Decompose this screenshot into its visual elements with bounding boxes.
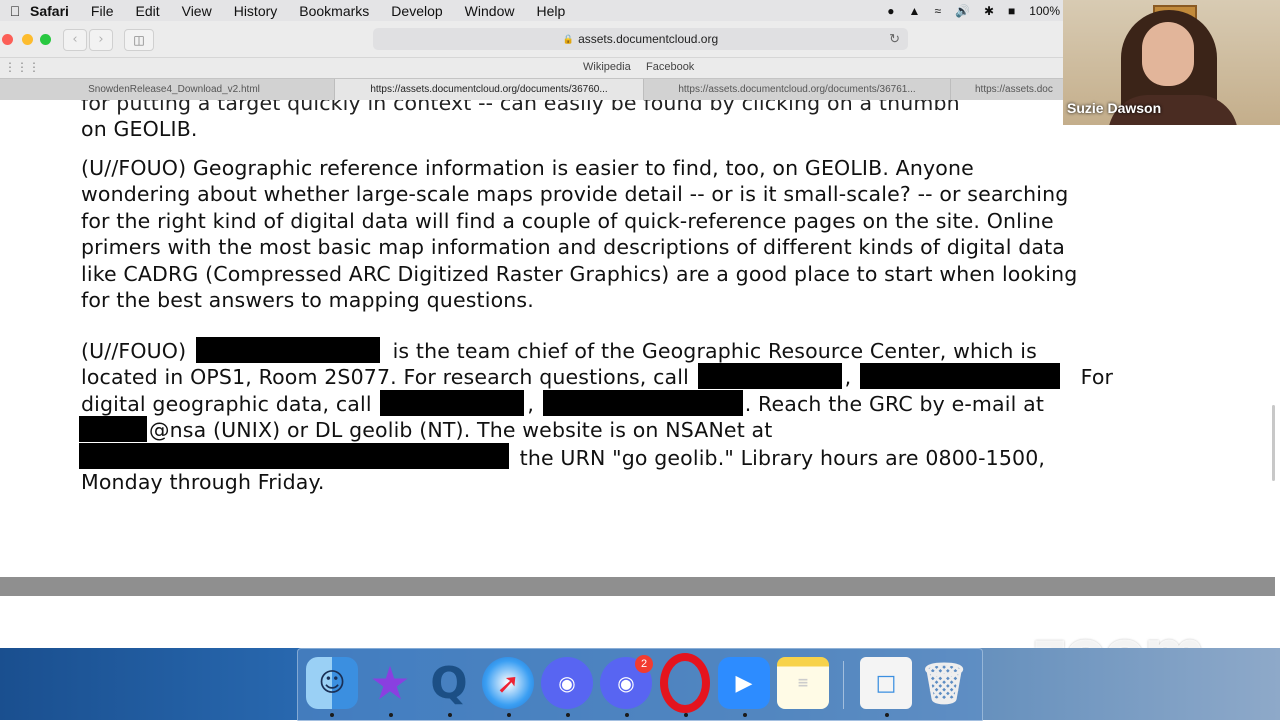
notification-icon[interactable]: ▲ bbox=[909, 4, 921, 18]
text-line: like CADRG (Compressed ARC Digitized Ras… bbox=[81, 261, 1078, 286]
menu-history[interactable]: History bbox=[234, 3, 278, 19]
text-line: @nsa (UNIX) or DL geolib (NT). The websi… bbox=[79, 416, 1211, 443]
text-line: primers with the most basic map informat… bbox=[81, 235, 1066, 260]
preview-icon[interactable]: □ bbox=[860, 657, 912, 709]
text-span: (U//FOUO) bbox=[81, 339, 187, 363]
text-line: (U//FOUO) is the team chief of the Geogr… bbox=[81, 337, 1211, 363]
menu-app-safari[interactable]: Safari bbox=[30, 3, 69, 19]
url-text: assets.documentcloud.org bbox=[578, 32, 719, 46]
text-line: located in OPS1, Room 2S077. For researc… bbox=[81, 363, 1211, 390]
favorite-facebook[interactable]: Facebook bbox=[646, 61, 694, 73]
discord-icon[interactable]: ◉ bbox=[541, 657, 593, 709]
tab-documentcloud-36760[interactable]: https://assets.documentcloud.org/documen… bbox=[335, 79, 644, 100]
redaction-block bbox=[697, 363, 842, 390]
text-line: for the best answers to mapping question… bbox=[81, 287, 534, 312]
text-span: @nsa (UNIX) or DL geolib (NT). The websi… bbox=[149, 418, 773, 443]
participant-name: Suzie Dawson bbox=[1067, 100, 1162, 116]
redaction-block bbox=[79, 442, 509, 469]
tab-documentcloud-36761[interactable]: https://assets.documentcloud.org/documen… bbox=[644, 79, 951, 100]
document-page: for putting a target quickly in context … bbox=[0, 100, 1275, 576]
status-icons: ● ▲ ≈ 🔊 ✱ ■ 100% bbox=[887, 0, 1060, 21]
text-span: the URN "go geolib." Library hours are 0… bbox=[519, 445, 1046, 470]
minimize-window-button[interactable] bbox=[22, 34, 33, 45]
safari-icon[interactable]: ➚ bbox=[482, 657, 534, 709]
text-line: the URN "go geolib." Library hours are 0… bbox=[79, 442, 1211, 470]
forward-button[interactable]: › bbox=[89, 29, 113, 51]
sidebar-toggle-button[interactable]: ◫ bbox=[124, 29, 154, 51]
tab-snowden-release[interactable]: SnowdenRelease4_Download_v2.html bbox=[14, 79, 335, 100]
grid-icon[interactable]: ⋮⋮⋮ bbox=[4, 60, 40, 74]
paragraph-geographic-reference: (U//FOUO) Geographic reference informati… bbox=[81, 155, 1211, 313]
reload-icon[interactable]: ↻ bbox=[889, 31, 900, 47]
text-line: for putting a target quickly in context … bbox=[81, 100, 960, 115]
opera-ring bbox=[660, 653, 710, 713]
text-line: wondering about whether large-scale maps… bbox=[81, 182, 1069, 207]
running-indicator bbox=[330, 713, 334, 717]
dock-divider bbox=[843, 661, 844, 709]
back-button[interactable]: ‹ bbox=[63, 29, 87, 51]
bluetooth-icon[interactable]: ✱ bbox=[984, 4, 994, 18]
apple-icon[interactable]:  bbox=[0, 3, 30, 19]
redaction-block bbox=[380, 389, 525, 416]
close-window-button[interactable] bbox=[2, 34, 13, 45]
imovie-icon[interactable]: ★ bbox=[364, 656, 416, 710]
menu-edit[interactable]: Edit bbox=[135, 3, 159, 19]
redaction-block bbox=[195, 337, 380, 363]
running-indicator bbox=[743, 713, 747, 717]
paragraph-cutoff: for putting a target quickly in context … bbox=[81, 100, 1211, 143]
text-span: digital geographic data, call bbox=[81, 391, 372, 416]
running-indicator bbox=[885, 713, 889, 717]
battery-percent[interactable]: 100% bbox=[1029, 4, 1060, 18]
quicktime-icon[interactable]: Q bbox=[423, 657, 475, 709]
notes-icon[interactable]: ≡ bbox=[777, 657, 829, 709]
text-line: on GEOLIB. bbox=[81, 117, 198, 142]
wifi-icon[interactable]: ≈ bbox=[934, 4, 941, 18]
text-span: located in OPS1, Room 2S077. For researc… bbox=[81, 365, 689, 390]
text-span: is the team chief of the Geographic Reso… bbox=[392, 339, 1037, 363]
text-span: . Reach the GRC by e-mail at bbox=[744, 391, 1045, 416]
participant-video[interactable]: Suzie Dawson bbox=[1063, 0, 1280, 125]
running-indicator bbox=[507, 713, 511, 717]
text-span: For bbox=[1080, 365, 1114, 390]
opera-icon[interactable] bbox=[659, 653, 711, 713]
desktop-dock-area: ☺ ★ Q ➚ ◉ ◉ 2 ▶ ≡ □ 🗑 bbox=[0, 648, 1280, 721]
running-indicator bbox=[625, 713, 629, 717]
menu-develop[interactable]: Develop bbox=[391, 3, 442, 19]
favorite-wikipedia[interactable]: Wikipedia bbox=[583, 61, 631, 73]
running-indicator bbox=[684, 713, 688, 717]
menu-help[interactable]: Help bbox=[536, 3, 565, 19]
text-span: , bbox=[844, 365, 852, 390]
volume-icon[interactable]: 🔊 bbox=[955, 4, 970, 18]
redaction-block bbox=[859, 363, 1060, 390]
redaction-block bbox=[542, 389, 743, 416]
running-indicator bbox=[389, 713, 393, 717]
flag-icon[interactable]: ■ bbox=[1008, 4, 1015, 18]
lock-icon: 🔒 bbox=[562, 33, 575, 44]
participant-face bbox=[1142, 22, 1194, 86]
scrollbar[interactable] bbox=[1272, 405, 1275, 481]
zoom-window-button[interactable] bbox=[40, 34, 51, 45]
redaction-block bbox=[79, 416, 147, 443]
text-span: , bbox=[527, 391, 535, 416]
page-separator bbox=[0, 577, 1275, 596]
text-line: for the right kind of digital data will … bbox=[81, 208, 1054, 233]
finder-icon[interactable]: ☺ bbox=[306, 657, 358, 709]
menu-window[interactable]: Window bbox=[465, 3, 515, 19]
running-indicator bbox=[448, 713, 452, 717]
menu-bookmarks[interactable]: Bookmarks bbox=[299, 3, 369, 19]
running-indicator bbox=[566, 713, 570, 717]
text-line: (U//FOUO) Geographic reference informati… bbox=[81, 156, 974, 180]
dock: ☺ ★ Q ➚ ◉ ◉ 2 ▶ ≡ □ 🗑 bbox=[297, 648, 983, 721]
text-line: Monday through Friday. bbox=[81, 469, 325, 494]
paragraph-team-chief: (U//FOUO) is the team chief of the Geogr… bbox=[79, 337, 1211, 495]
menu-file[interactable]: File bbox=[91, 3, 114, 19]
address-bar[interactable]: 🔒 assets.documentcloud.org ↻ bbox=[373, 28, 908, 50]
notification-badge: 2 bbox=[635, 655, 653, 673]
text-line: digital geographic data, call , . Reach … bbox=[81, 389, 1211, 416]
record-icon[interactable]: ● bbox=[887, 4, 894, 18]
zoom-icon[interactable]: ▶ bbox=[718, 657, 770, 709]
menu-view[interactable]: View bbox=[182, 3, 212, 19]
trash-icon[interactable]: 🗑 bbox=[918, 657, 970, 709]
